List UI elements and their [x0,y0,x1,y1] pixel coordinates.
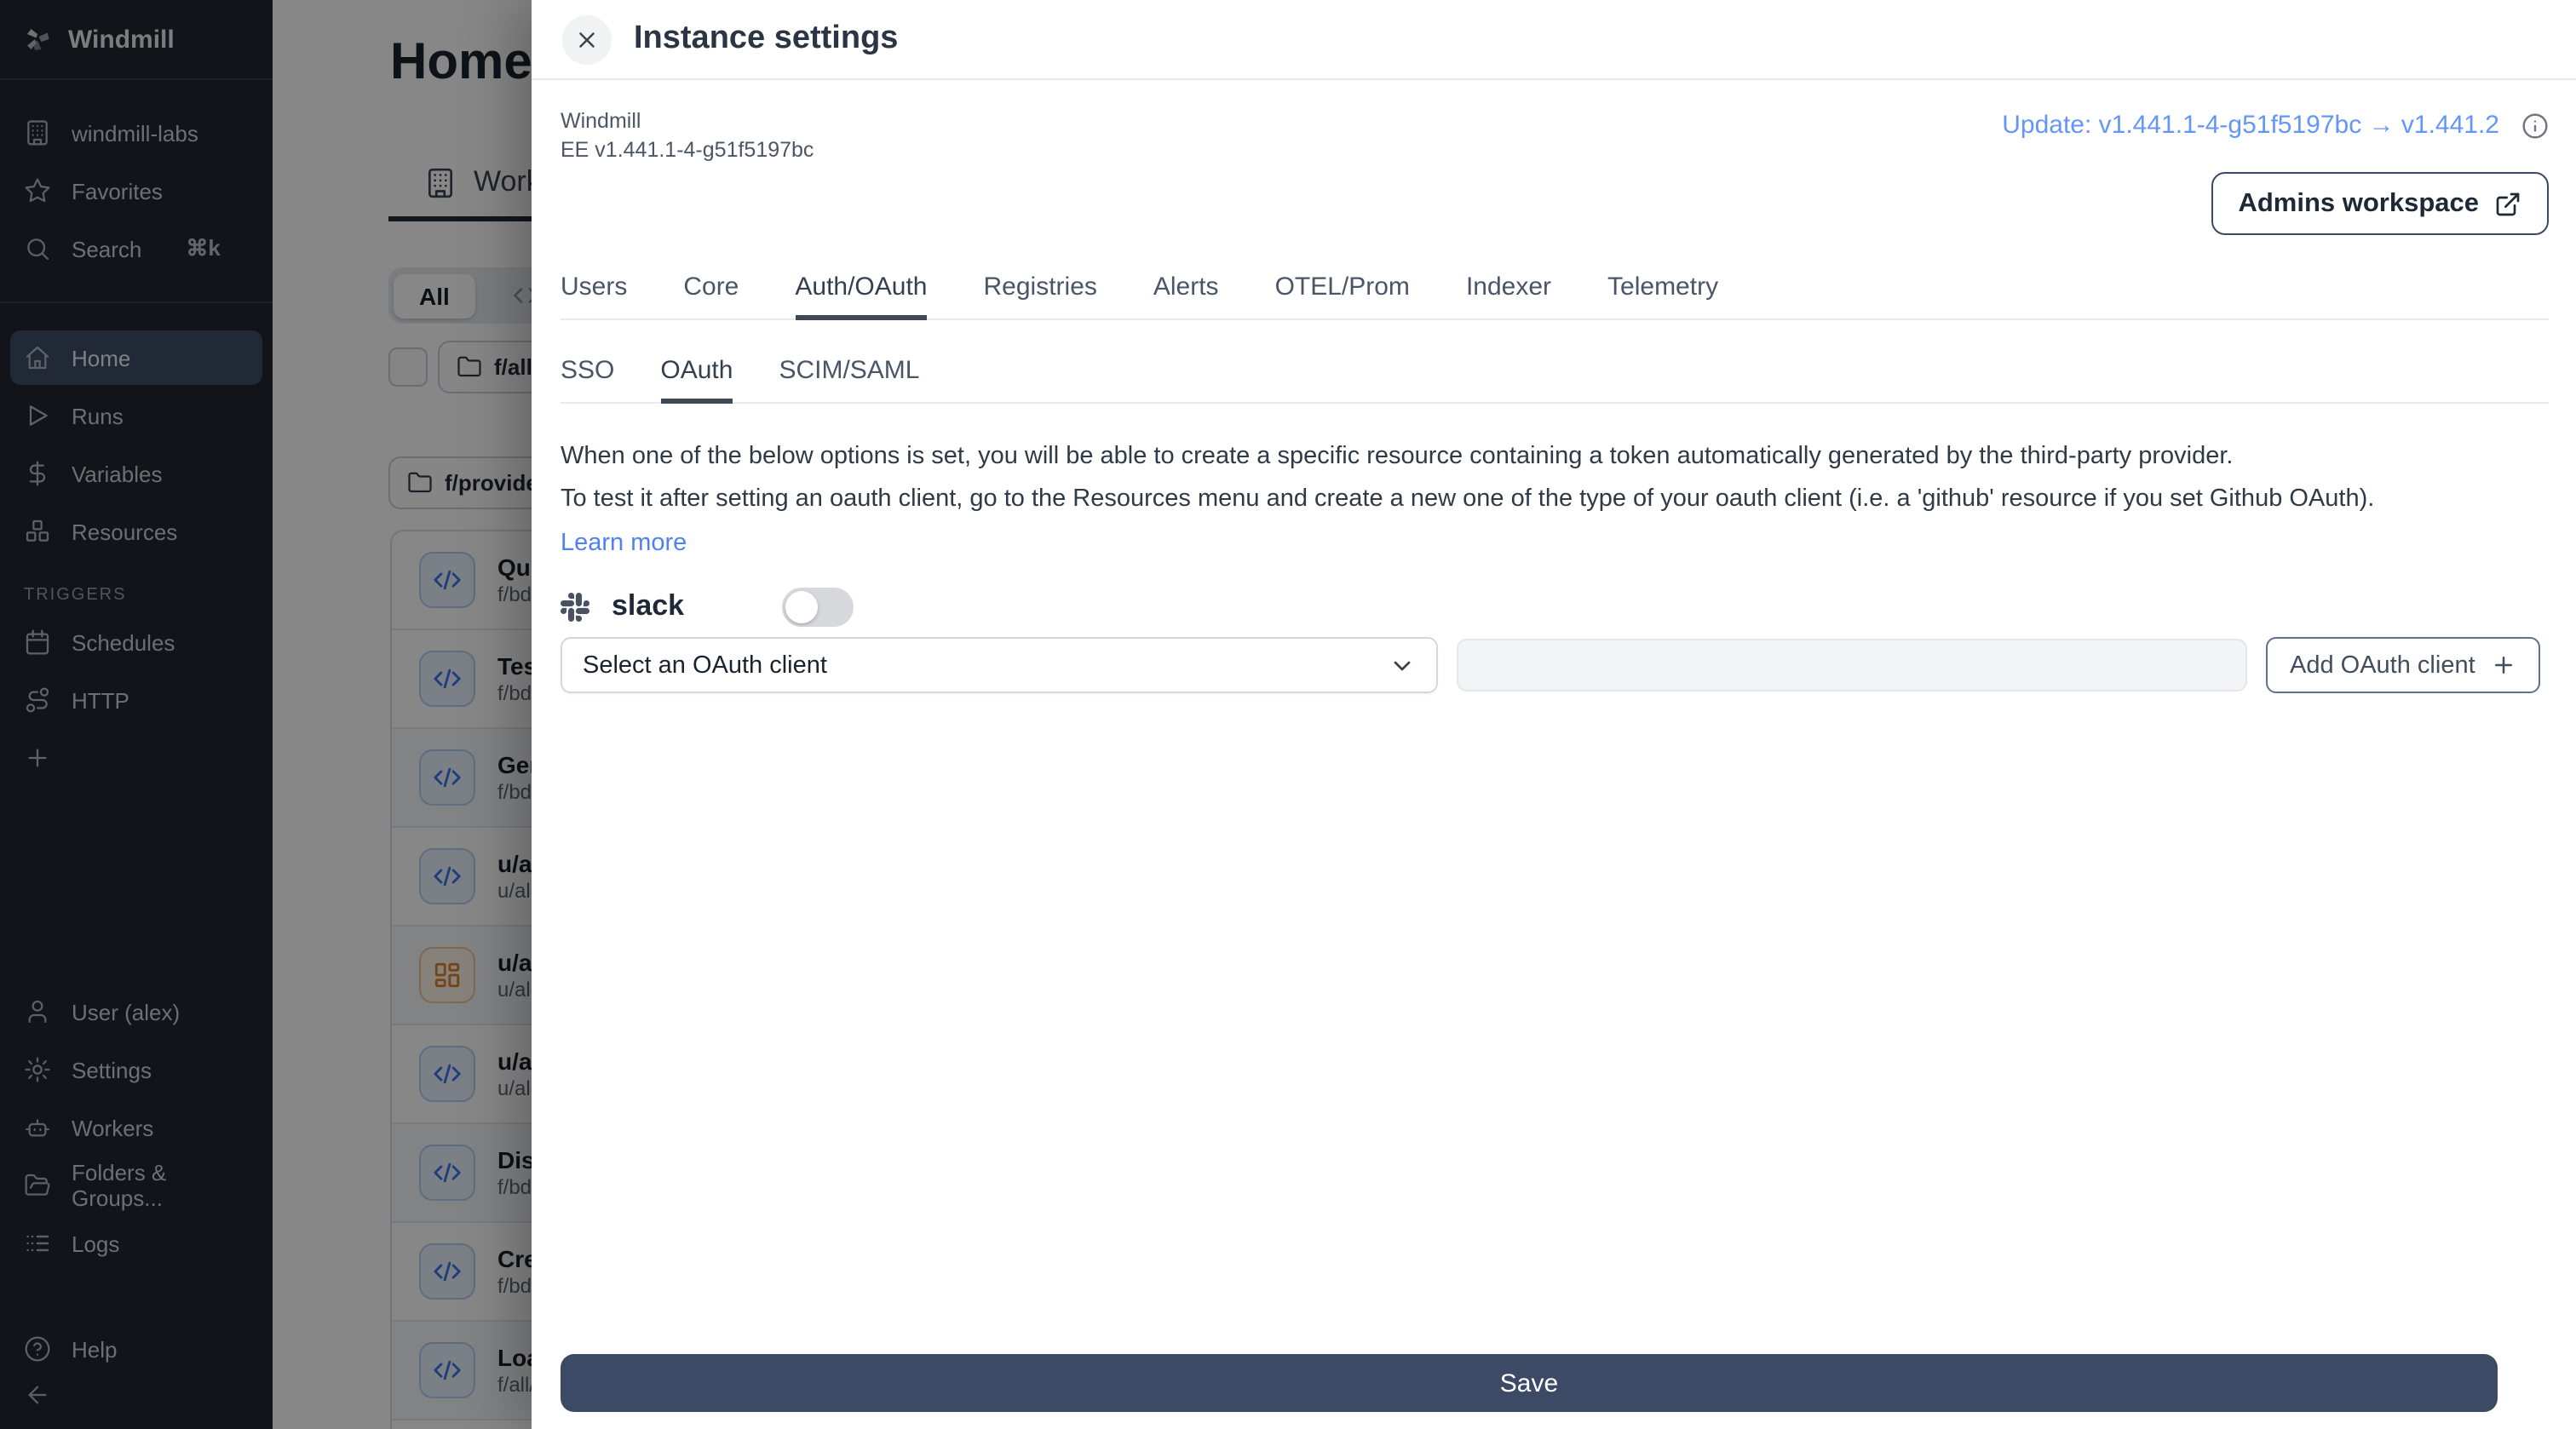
tab-alerts[interactable]: Alerts [1153,273,1219,320]
admins-workspace-button[interactable]: Admins workspace [2211,172,2549,235]
tab-users[interactable]: Users [561,273,627,320]
oauth-description-line1: When one of the below options is set, yo… [561,443,2234,470]
close-icon[interactable] [562,14,612,64]
info-icon[interactable] [2521,112,2549,139]
learn-more-link[interactable]: Learn more [561,530,687,557]
instance-settings-drawer: Instance settings Windmill EE v1.441.1-4… [532,0,2576,1429]
settings-tabs: Users Core Auth/OAuth Registries Alerts … [561,273,2549,320]
subtab-oauth[interactable]: OAuth [660,356,733,404]
instance-name: Windmill [561,109,641,133]
slack-icon [561,592,589,621]
instance-version: Windmill EE v1.441.1-4-g51f5197bc [561,107,814,164]
admins-workspace-label: Admins workspace [2238,188,2479,217]
update-link[interactable]: Update: v1.441.1-4-g51f5197bc → v1.441.2 [2002,111,2499,140]
tab-telemetry[interactable]: Telemetry [1607,273,1718,320]
chevron-down-icon [1389,651,1416,679]
oauth-client-id-input[interactable] [1457,639,2247,692]
tab-registries[interactable]: Registries [984,273,1097,320]
drawer-body: Windmill EE v1.441.1-4-g51f5197bc Update… [532,78,2576,1429]
slack-toggle[interactable] [781,587,854,626]
subtab-sso[interactable]: SSO [561,356,614,404]
toggle-knob [785,590,818,623]
tab-auth-oauth[interactable]: Auth/OAuth [795,273,928,320]
add-oauth-client-button[interactable]: Add OAuth client [2266,637,2540,693]
save-button[interactable]: Save [561,1354,2498,1412]
oauth-description-line2: To test it after setting an oauth client… [561,485,2375,513]
subtab-scim-saml[interactable]: SCIM/SAML [779,356,919,404]
instance-version-string: EE v1.441.1-4-g51f5197bc [561,137,814,161]
drawer-title: Instance settings [634,20,899,56]
auth-subtabs: SSO OAuth SCIM/SAML [561,356,2549,404]
slack-provider-row: slack [561,581,2549,632]
tab-indexer[interactable]: Indexer [1466,273,1551,320]
plus-icon [2491,652,2516,678]
oauth-client-select[interactable]: Select an OAuth client [561,637,1438,693]
add-oauth-client-label: Add OAuth client [2290,651,2475,679]
drawer-header: Instance settings [532,0,2576,80]
tab-otel-prom[interactable]: OTEL/Prom [1275,273,1410,320]
app-root: Windmill windmill-labs Favorites Search … [0,0,2576,1429]
external-link-icon [2494,190,2521,217]
oauth-client-select-value: Select an OAuth client [583,651,827,679]
provider-name: slack [612,589,685,622]
tab-core[interactable]: Core [683,273,739,320]
